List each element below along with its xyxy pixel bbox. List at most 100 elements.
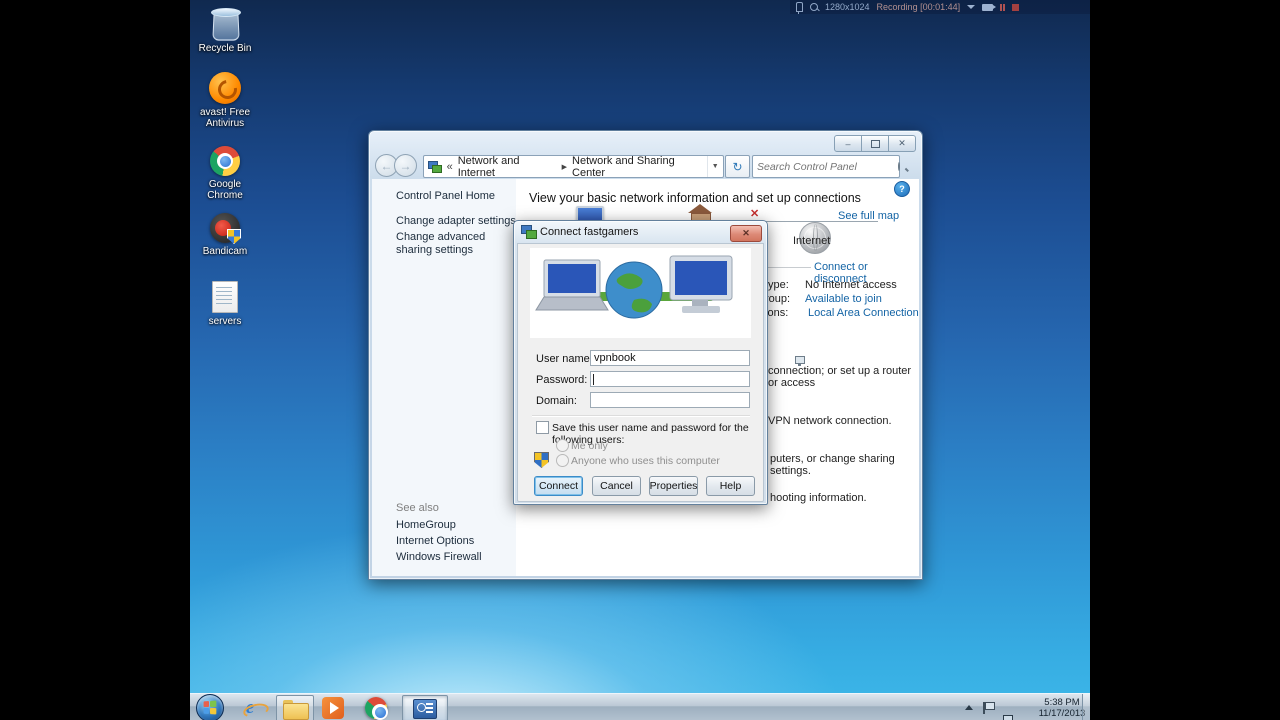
address-bar[interactable]: « Network and Internet ▶ Network and Sha… xyxy=(423,155,724,179)
access-type-label: ype: xyxy=(768,279,789,291)
help-glyph: ? xyxy=(899,184,905,194)
connect-button[interactable]: Connect xyxy=(534,476,583,496)
breadcrumb-item-network-sharing-center[interactable]: Network and Sharing Center xyxy=(572,155,706,179)
close-button[interactable]: ✕ xyxy=(888,135,916,152)
help-button-label: Help xyxy=(719,480,742,492)
see-also-header: See also xyxy=(396,502,439,514)
bandicam-icon xyxy=(210,213,240,243)
sidebar-item-control-panel-home[interactable]: Control Panel Home xyxy=(396,190,495,202)
desktop-icon-label: Bandicam xyxy=(202,246,248,257)
control-panel-icon xyxy=(413,698,437,719)
show-desktop-button[interactable] xyxy=(1082,694,1090,720)
clock[interactable]: 5:38 PM 11/17/2013 xyxy=(1038,697,1086,719)
clock-date: 11/17/2013 xyxy=(1038,708,1086,719)
folder-icon xyxy=(283,699,309,720)
dialog-close-button[interactable]: ✕ xyxy=(730,225,762,242)
back-arrow-icon: ← xyxy=(380,158,393,173)
divider xyxy=(532,415,750,417)
chevron-down-icon[interactable] xyxy=(967,5,976,9)
properties-button-label: Properties xyxy=(649,480,698,492)
sidebar-item-windows-firewall[interactable]: Windows Firewall xyxy=(396,551,482,563)
vpn-connection-graphic xyxy=(530,248,751,338)
sidebar-item-homegroup[interactable]: HomeGroup xyxy=(396,519,456,531)
username-input[interactable] xyxy=(590,350,750,366)
text-caret xyxy=(593,374,594,385)
internet-label: Internet xyxy=(793,235,831,247)
taskbar-item-media-player[interactable] xyxy=(321,696,345,720)
sidebar-item-change-adapter-settings[interactable]: Change adapter settings xyxy=(396,215,516,227)
action-center-icon[interactable] xyxy=(983,702,995,714)
task-text-setup-connection: connection; or set up a router or access xyxy=(768,365,912,389)
search-input[interactable] xyxy=(753,160,898,173)
dialog-title-bar: Connect fastgamers xyxy=(521,225,639,239)
minimize-button[interactable]: ‒ xyxy=(834,135,862,152)
taskbar: e 5:38 PM 11/17/2013 xyxy=(190,693,1090,720)
sidebar-item-change-advanced-sharing[interactable]: Change advanced sharing settings xyxy=(396,231,500,257)
local-area-connection-link[interactable]: Local Area Connection xyxy=(808,307,919,319)
access-type-value: No Internet access xyxy=(805,279,897,291)
breadcrumb-item-network-and-internet[interactable]: Network and Internet xyxy=(458,155,557,179)
magnifier-icon[interactable] xyxy=(810,3,818,11)
media-player-icon xyxy=(322,697,344,719)
homegroup-label: roup: xyxy=(765,293,791,305)
search-icon[interactable] xyxy=(898,162,900,171)
desktop-icon-label: servers xyxy=(208,316,242,327)
network-tray-icon[interactable] xyxy=(1003,715,1015,720)
connect-button-label: Connect xyxy=(538,480,579,492)
forward-button[interactable]: → xyxy=(394,154,417,177)
taskbar-item-control-panel-active[interactable] xyxy=(402,695,448,720)
clock-time: 5:38 PM xyxy=(1044,697,1080,708)
dialog-title: Connect fastgamers xyxy=(540,225,639,238)
me-only-radio[interactable] xyxy=(556,439,569,452)
task-text-connect-vpn: VPN network connection. xyxy=(768,415,892,427)
dialog-body: User name: Password: Domain: Save this u… xyxy=(517,243,764,502)
sidebar-item-internet-options[interactable]: Internet Options xyxy=(396,535,474,547)
desktop-icon-label: Google Chrome xyxy=(207,179,243,201)
help-button[interactable]: ? xyxy=(894,181,910,197)
taskbar-item-explorer[interactable] xyxy=(276,695,314,720)
desktop-icon-avast[interactable]: avast! Free Antivirus xyxy=(190,72,260,129)
chrome-icon xyxy=(210,146,240,176)
username-label: User name: xyxy=(536,353,593,365)
see-full-map-link[interactable]: See full map xyxy=(838,210,899,222)
stop-icon[interactable] xyxy=(1012,3,1020,11)
desktop-icon-recycle-bin[interactable]: Recycle Bin xyxy=(190,6,260,54)
refresh-button[interactable]: ↻ xyxy=(725,155,750,178)
domain-label: Domain: xyxy=(536,395,577,407)
map-no-connection-icon: ✕ xyxy=(750,208,760,220)
desktop-icon-label: avast! Free Antivirus xyxy=(199,107,251,129)
windows-logo-icon xyxy=(203,700,217,715)
desktop-icon-label: Recycle Bin xyxy=(198,43,252,54)
taskbar-item-internet-explorer[interactable]: e xyxy=(238,696,262,720)
maximize-glyph xyxy=(870,139,880,148)
pin-icon[interactable] xyxy=(796,2,803,14)
properties-button[interactable]: Properties xyxy=(649,476,698,496)
help-button[interactable]: Help xyxy=(706,476,755,496)
uac-shield-icon xyxy=(534,452,549,468)
camera-icon[interactable] xyxy=(982,3,997,11)
recycle-bin-icon xyxy=(210,6,241,41)
available-to-join-link[interactable]: Available to join xyxy=(805,293,882,305)
cancel-button[interactable]: Cancel xyxy=(592,476,641,496)
desktop-icon-servers[interactable]: servers xyxy=(190,281,260,327)
domain-input[interactable] xyxy=(590,392,750,408)
minimize-glyph: ‒ xyxy=(845,138,851,149)
bandicam-recording-bar: 1280x1024 Recording [00:01:44] xyxy=(790,0,1090,14)
close-glyph: ✕ xyxy=(898,138,906,148)
address-dropdown-button[interactable]: ▼ xyxy=(706,156,724,177)
network-location-icon xyxy=(428,160,442,173)
task-text-troubleshoot: hooting information. xyxy=(770,492,867,504)
sidebar: Control Panel Home Change adapter settin… xyxy=(372,179,516,576)
avast-icon xyxy=(209,72,241,104)
start-button[interactable] xyxy=(196,694,224,720)
desktop-icon-chrome[interactable]: Google Chrome xyxy=(190,146,260,201)
anyone-radio[interactable] xyxy=(556,454,569,467)
save-credentials-checkbox[interactable] xyxy=(536,421,549,434)
pause-icon[interactable] xyxy=(1000,3,1006,11)
password-input[interactable] xyxy=(590,371,750,387)
show-hidden-icons-button[interactable] xyxy=(965,705,973,710)
desktop-icon-bandicam[interactable]: Bandicam xyxy=(190,213,260,257)
maximize-button[interactable] xyxy=(861,135,889,152)
taskbar-item-chrome[interactable] xyxy=(364,696,388,720)
breadcrumb-back-chevrons[interactable]: « xyxy=(447,161,453,173)
